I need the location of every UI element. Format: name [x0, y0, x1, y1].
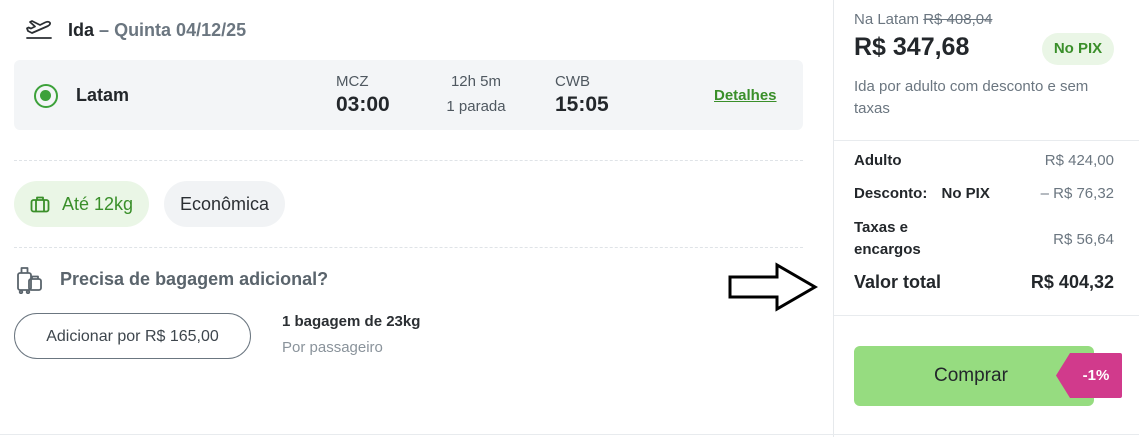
discount-label: Desconto: — [854, 185, 928, 202]
total-label: Valor total — [854, 272, 942, 292]
luggage-icon — [16, 264, 44, 295]
trip-date: Quinta 04/12/25 — [114, 19, 247, 40]
destination-code: CWB — [555, 73, 590, 90]
details-link[interactable]: Detalhes — [714, 87, 777, 104]
trip-separator: – — [99, 19, 110, 40]
arrival-time: 15:05 — [555, 93, 609, 116]
discount-method: No PIX — [941, 185, 990, 202]
arrow-right-icon — [727, 262, 819, 312]
total-row: Valor total R$ 404,32 — [854, 272, 1114, 293]
flight-stops: 1 parada — [446, 98, 506, 115]
divider — [834, 140, 1139, 141]
na-latam-label: Na Latam — [854, 11, 920, 28]
add-baggage-button[interactable]: Adicionar por R$ 165,00 — [14, 313, 251, 359]
pix-badge: No PIX — [1042, 33, 1114, 65]
discount-row: Desconto: No PIX – R$ 76,32 — [854, 185, 1114, 202]
flight-panel: Ida – Quinta 04/12/25 Latam MCZ 03:00 12… — [0, 0, 833, 437]
extra-baggage-header: Precisa de bagagem adicional? — [16, 264, 329, 295]
taxes-value: R$ 56,64 — [1053, 230, 1114, 248]
duration-block: 12h 5m 1 parada — [446, 73, 506, 115]
taxes-label: Taxas e encargos — [854, 219, 921, 258]
divider — [834, 315, 1139, 316]
adult-label: Adulto — [854, 152, 902, 169]
divider — [14, 247, 803, 248]
departure-time: 03:00 — [336, 93, 390, 116]
departure-block: MCZ 03:00 — [336, 73, 390, 117]
extra-baggage-desc: 1 bagagem de 23kg — [282, 313, 421, 330]
bottom-border — [0, 434, 1139, 435]
trip-header: Ida – Quinta 04/12/25 — [24, 18, 246, 42]
flight-option-card[interactable]: Latam MCZ 03:00 12h 5m 1 parada CWB 15:0… — [14, 60, 803, 130]
flight-radio-selected[interactable] — [34, 84, 58, 108]
airline-price-compare: Na Latam R$ 408,04 — [854, 11, 992, 28]
discount-value: – R$ 76,32 — [1040, 185, 1114, 202]
divider — [14, 160, 803, 161]
airline-name: Latam — [76, 85, 130, 105]
fare-class-text: Econômica — [180, 193, 270, 214]
flight-duration: 12h 5m — [450, 73, 502, 90]
price-summary-panel: Na Latam R$ 408,04 R$ 347,68 No PIX Ida … — [833, 0, 1139, 437]
price-note: Ida por adulto com desconto e sem taxas — [854, 78, 1089, 117]
extra-baggage-info: 1 bagagem de 23kg Por passageiro — [282, 313, 420, 356]
taxes-row: Taxas e encargos R$ 56,64 — [854, 217, 1114, 261]
baggage-allowance-chip: Até 12kg — [14, 181, 150, 227]
discount-tag: -1% — [1056, 353, 1122, 398]
price-per-adult: R$ 347,68 — [854, 33, 970, 61]
arrival-block: CWB 15:05 — [555, 73, 609, 117]
extra-baggage-sub: Por passageiro — [282, 339, 383, 356]
discount-tag-text: -1% — [1082, 367, 1110, 384]
extra-baggage-question: Precisa de bagagem adicional? — [60, 268, 329, 289]
baggage-allowance-text: Até 12kg — [62, 193, 134, 214]
na-latam-old-price: R$ 408,04 — [923, 11, 993, 28]
fare-class-chip: Econômica — [164, 181, 286, 227]
plane-takeoff-icon — [24, 18, 54, 42]
suitcase-icon — [30, 195, 50, 213]
total-value: R$ 404,32 — [1030, 272, 1114, 292]
adult-row: Adulto R$ 424,00 — [854, 152, 1114, 169]
adult-value: R$ 424,00 — [1044, 152, 1114, 169]
origin-code: MCZ — [336, 73, 369, 90]
trip-direction: Ida — [68, 19, 95, 40]
